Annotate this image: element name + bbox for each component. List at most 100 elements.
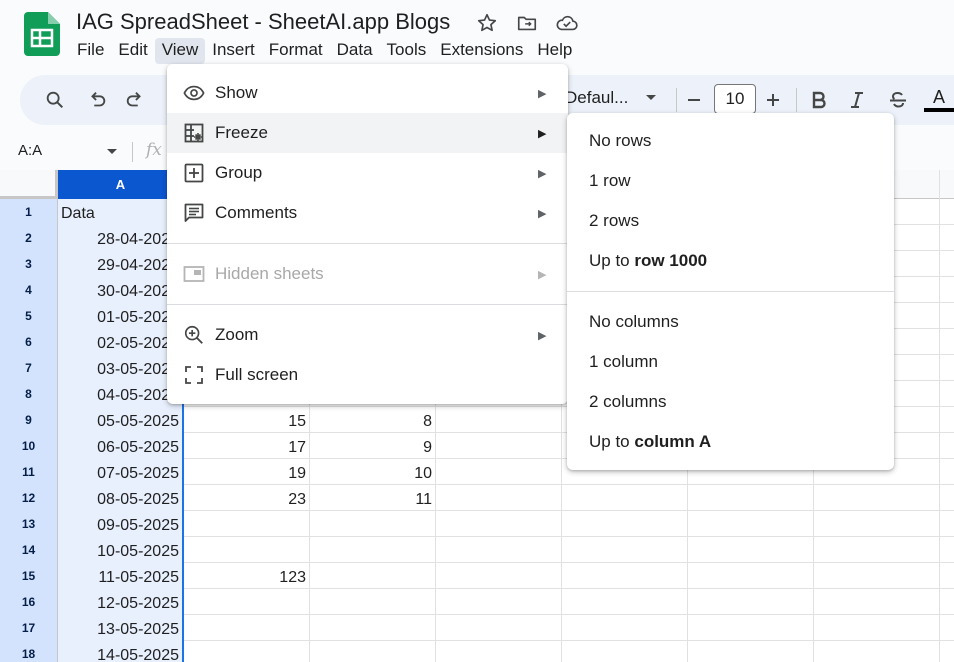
- cell-g[interactable]: [814, 537, 940, 563]
- cell-e[interactable]: [562, 485, 688, 511]
- menu-item-comments[interactable]: Comments ▶: [167, 193, 568, 233]
- menu-item-zoom[interactable]: Zoom ▶: [167, 315, 568, 355]
- cell-f[interactable]: [688, 537, 814, 563]
- move-folder-icon[interactable]: [514, 10, 540, 36]
- freeze-2-rows[interactable]: 2 rows: [567, 201, 894, 241]
- cell-e[interactable]: [562, 615, 688, 641]
- row-header[interactable]: 8: [0, 381, 58, 407]
- cell-a[interactable]: 04-05-2025: [58, 381, 184, 407]
- menu-extensions[interactable]: Extensions: [433, 38, 530, 64]
- menu-format[interactable]: Format: [262, 38, 330, 64]
- cell-b[interactable]: [184, 589, 310, 615]
- freeze-2-columns[interactable]: 2 columns: [567, 382, 894, 422]
- menu-data[interactable]: Data: [330, 38, 380, 64]
- cell-a[interactable]: 03-05-2025: [58, 355, 184, 381]
- name-box-dropdown-icon[interactable]: [106, 147, 118, 157]
- undo-icon[interactable]: [82, 75, 112, 125]
- menu-help[interactable]: Help: [530, 38, 579, 64]
- row-header[interactable]: 4: [0, 277, 58, 303]
- cell-g[interactable]: [814, 563, 940, 589]
- cell-g[interactable]: [814, 485, 940, 511]
- cell-b[interactable]: [184, 511, 310, 537]
- freeze-1-row[interactable]: 1 row: [567, 161, 894, 201]
- cell-a[interactable]: 12-05-2025: [58, 589, 184, 615]
- cell-e[interactable]: [562, 537, 688, 563]
- cell-d[interactable]: [436, 563, 562, 589]
- cell-b[interactable]: 123: [184, 563, 310, 589]
- cell-f[interactable]: [688, 511, 814, 537]
- document-title[interactable]: IAG SpreadSheet - SheetAI.app Blogs: [76, 9, 450, 35]
- cell-a[interactable]: 29-04-2025: [58, 251, 184, 277]
- row-header[interactable]: 18: [0, 641, 58, 662]
- sheets-logo-icon[interactable]: [24, 12, 60, 56]
- row-header[interactable]: 13: [0, 511, 58, 537]
- font-dropdown-icon[interactable]: [645, 93, 657, 103]
- menu-item-show[interactable]: Show ▶: [167, 73, 568, 113]
- cell-c[interactable]: 9: [310, 433, 436, 459]
- cell-d[interactable]: [436, 537, 562, 563]
- cell-d[interactable]: [436, 511, 562, 537]
- row-header[interactable]: 9: [0, 407, 58, 433]
- cell-c[interactable]: [310, 563, 436, 589]
- cell-d[interactable]: [436, 485, 562, 511]
- cell-a[interactable]: 05-05-2025: [58, 407, 184, 433]
- star-icon[interactable]: [474, 10, 500, 36]
- cell-d[interactable]: [436, 615, 562, 641]
- cell-b[interactable]: [184, 641, 310, 662]
- cell-g[interactable]: [814, 615, 940, 641]
- name-box[interactable]: A:A: [18, 142, 42, 159]
- row-header[interactable]: 6: [0, 329, 58, 355]
- cell-c[interactable]: [310, 511, 436, 537]
- cell-d[interactable]: [436, 641, 562, 662]
- cell-a[interactable]: 10-05-2025: [58, 537, 184, 563]
- cell-a[interactable]: 09-05-2025: [58, 511, 184, 537]
- cell-a[interactable]: 14-05-2025: [58, 641, 184, 662]
- row-header[interactable]: 16: [0, 589, 58, 615]
- menu-item-full-screen[interactable]: Full screen: [167, 355, 568, 395]
- cell-d[interactable]: [436, 459, 562, 485]
- cell-c[interactable]: 11: [310, 485, 436, 511]
- cell-a[interactable]: 08-05-2025: [58, 485, 184, 511]
- cell-f[interactable]: [688, 563, 814, 589]
- cell-a[interactable]: 13-05-2025: [58, 615, 184, 641]
- cell-a[interactable]: 30-04-2025: [58, 277, 184, 303]
- cell-b[interactable]: 19: [184, 459, 310, 485]
- cell-f[interactable]: [688, 485, 814, 511]
- cell-d[interactable]: [436, 433, 562, 459]
- cell-b[interactable]: [184, 537, 310, 563]
- redo-icon[interactable]: [120, 75, 150, 125]
- font-size-input[interactable]: 10: [714, 84, 756, 114]
- cell-b[interactable]: 15: [184, 407, 310, 433]
- cell-d[interactable]: [436, 407, 562, 433]
- row-header[interactable]: 12: [0, 485, 58, 511]
- menu-tools[interactable]: Tools: [380, 38, 434, 64]
- freeze-no-rows[interactable]: No rows: [567, 121, 894, 161]
- cell-c[interactable]: [310, 641, 436, 662]
- freeze-up-to-row[interactable]: Up to row 1000: [567, 241, 894, 281]
- menu-item-group[interactable]: Group ▶: [167, 153, 568, 193]
- cell-g[interactable]: [814, 641, 940, 662]
- row-header[interactable]: 14: [0, 537, 58, 563]
- row-header[interactable]: 2: [0, 225, 58, 251]
- freeze-up-to-column[interactable]: Up to column A: [567, 422, 894, 462]
- menu-item-freeze[interactable]: Freeze ▶: [167, 113, 568, 153]
- cell-e[interactable]: [562, 563, 688, 589]
- cell-f[interactable]: [688, 589, 814, 615]
- row-header[interactable]: 15: [0, 563, 58, 589]
- row-header[interactable]: 5: [0, 303, 58, 329]
- cell-b[interactable]: 23: [184, 485, 310, 511]
- menu-file[interactable]: File: [70, 38, 111, 64]
- select-all-corner[interactable]: [0, 170, 58, 199]
- cell-d[interactable]: [436, 589, 562, 615]
- row-header[interactable]: 3: [0, 251, 58, 277]
- cell-b[interactable]: [184, 615, 310, 641]
- cell-a[interactable]: 11-05-2025: [58, 563, 184, 589]
- cloud-saved-icon[interactable]: [554, 10, 580, 36]
- cell-e[interactable]: [562, 641, 688, 662]
- cell-c[interactable]: 10: [310, 459, 436, 485]
- cell-c[interactable]: [310, 537, 436, 563]
- text-color-button[interactable]: A: [924, 75, 954, 125]
- freeze-no-columns[interactable]: No columns: [567, 302, 894, 342]
- row-header[interactable]: 17: [0, 615, 58, 641]
- cell-g[interactable]: [814, 589, 940, 615]
